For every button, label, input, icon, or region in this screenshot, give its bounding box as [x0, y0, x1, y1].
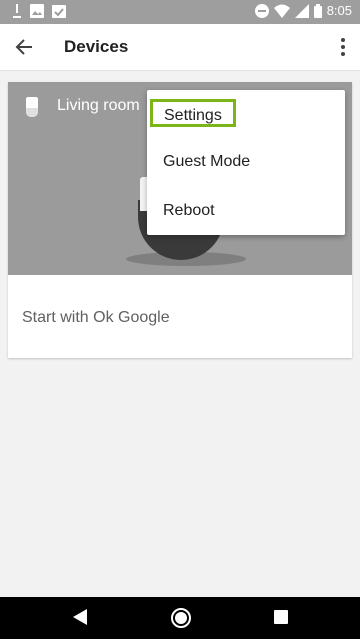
menu-item-reboot[interactable]: Reboot: [147, 189, 345, 233]
menu-item-guest-mode[interactable]: Guest Mode: [147, 140, 345, 184]
wifi-icon: [273, 4, 290, 18]
image-icon: [30, 4, 44, 18]
recents-square-icon[interactable]: [274, 610, 288, 624]
system-nav-bar: [0, 597, 360, 639]
home-circle-icon[interactable]: [170, 607, 192, 629]
signal-icon: [294, 3, 309, 18]
speaker-icon: [26, 97, 38, 117]
status-time: 8:05: [326, 3, 352, 18]
menu-item-label: Settings: [150, 99, 236, 127]
status-notification-icons: [12, 4, 66, 18]
back-triangle-icon[interactable]: [72, 608, 88, 626]
status-system-icons: 8:05: [254, 3, 352, 18]
battery-icon: [313, 3, 322, 18]
menu-item-label: Reboot: [163, 202, 215, 219]
status-bar: 8:05: [0, 0, 360, 24]
overflow-menu-button[interactable]: [338, 37, 348, 57]
dnd-icon: [254, 3, 269, 18]
menu-item-label: Guest Mode: [163, 153, 251, 170]
app-bar: Devices: [0, 24, 360, 71]
more-vert-icon: [341, 38, 345, 56]
menu-item-settings[interactable]: Settings: [147, 92, 345, 136]
overflow-popup-menu: Settings Guest Mode Reboot: [147, 90, 345, 235]
back-button[interactable]: [12, 35, 38, 59]
start-ok-google-link[interactable]: Start with Ok Google: [22, 309, 170, 327]
arrow-back-icon: [15, 39, 32, 55]
page-title: Devices: [64, 37, 129, 56]
checklist-icon: [52, 5, 66, 18]
device-name: Living room: [57, 97, 140, 114]
download-icon: [13, 4, 21, 18]
